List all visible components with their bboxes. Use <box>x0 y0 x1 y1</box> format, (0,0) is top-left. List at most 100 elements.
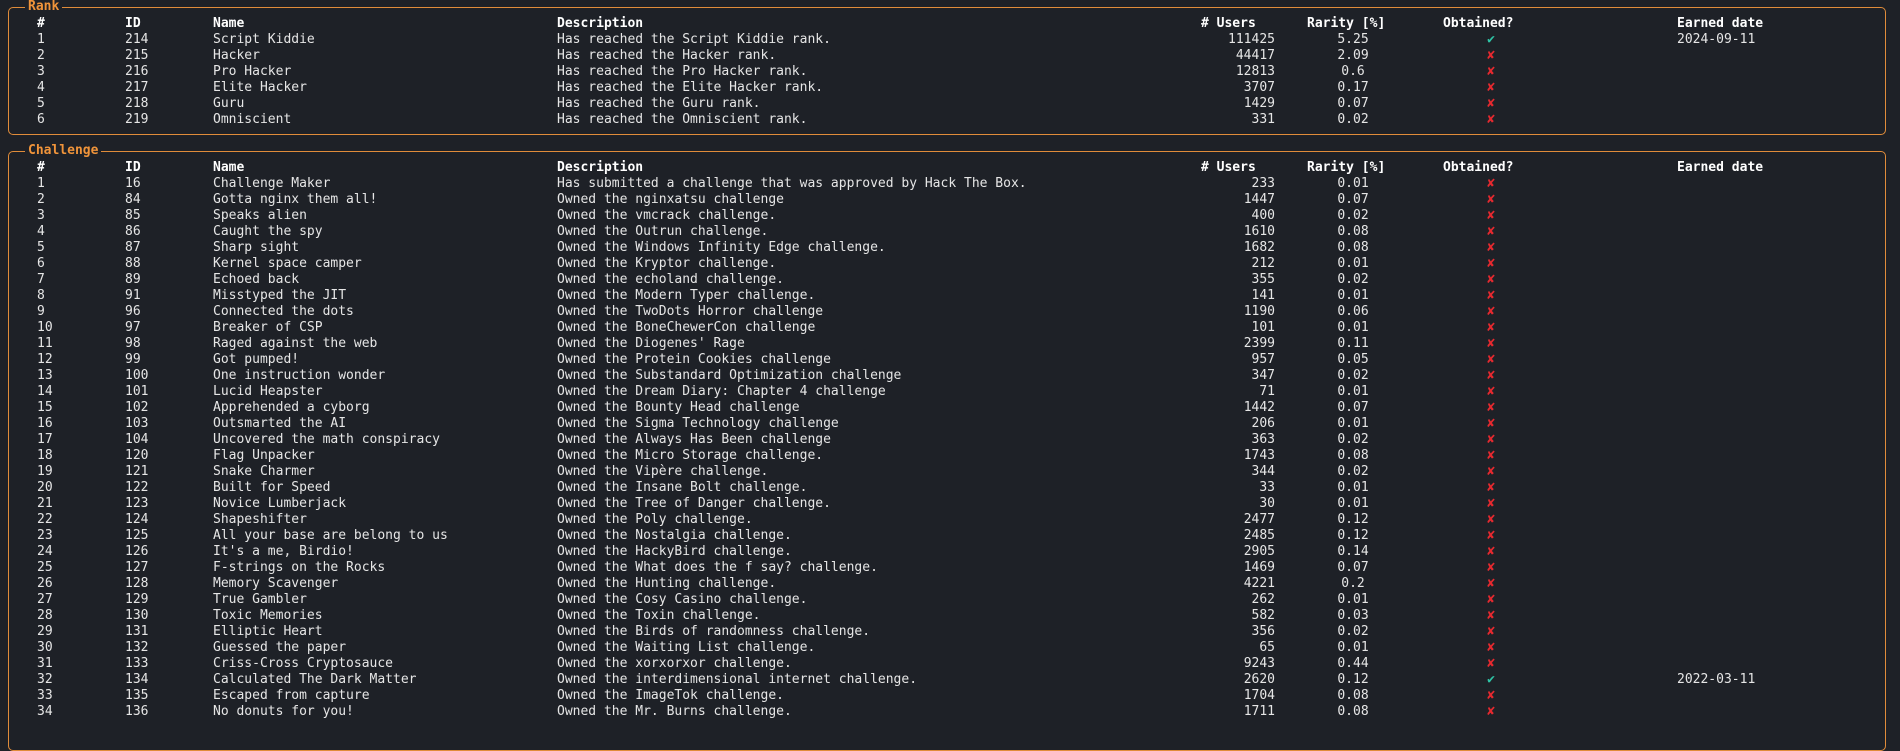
challenge-table-row: 17 104 Uncovered the math conspiracy Owned … <box>29 432 1495 448</box>
row-rarity: 0.08 <box>1337 448 1369 463</box>
challenge-table-row: 4 86 Caught the spy Owned the Outrun challe… <box>29 224 1495 240</box>
row-name: Shapeshifter <box>213 512 307 527</box>
challenge-table-row: 33 135 Escaped from capture Owned the Image… <box>29 688 1495 704</box>
row-rarity: 0.02 <box>1337 208 1369 223</box>
row-users: 582 <box>1251 608 1275 623</box>
row-rarity: 0.07 <box>1337 400 1369 415</box>
row-name: It's a me, Birdio! <box>213 544 354 559</box>
row-num: 19 <box>37 464 53 479</box>
row-id: 97 <box>125 320 141 335</box>
row-users: 262 <box>1251 592 1275 607</box>
row-rarity: 0.01 <box>1337 256 1369 271</box>
row-num: 3 <box>37 208 45 223</box>
row-description: Owned the Windows Infinity Edge challeng… <box>557 240 886 255</box>
row-name: Hacker <box>213 48 260 63</box>
check-icon: ✔ <box>1487 672 1495 687</box>
row-num: 13 <box>37 368 53 383</box>
row-users: 30 <box>1259 496 1275 511</box>
row-num: 14 <box>37 384 53 399</box>
cross-icon: ✘ <box>1487 656 1495 671</box>
row-id: 132 <box>125 640 149 655</box>
row-description: Has reached the Script Kiddie rank. <box>557 32 831 47</box>
row-name: Outsmarted the AI <box>213 416 347 431</box>
row-num: 29 <box>37 624 53 639</box>
cross-icon: ✘ <box>1487 320 1495 335</box>
row-num: 24 <box>37 544 53 559</box>
cross-icon: ✘ <box>1487 640 1495 655</box>
row-id: 98 <box>125 336 141 351</box>
row-rarity: 0.03 <box>1337 608 1369 623</box>
row-rarity: 0.01 <box>1337 480 1369 495</box>
challenge-table-row: 29 131 Elliptic Heart Owned the Birds of ra… <box>29 624 1495 640</box>
challenge-table-row: 31 133 Criss-Cross Cryptosauce Owned the xo… <box>29 656 1495 672</box>
row-name: Guessed the paper <box>213 640 347 655</box>
row-rarity: 0.08 <box>1337 704 1369 719</box>
row-rarity: 0.6 <box>1341 64 1365 79</box>
cross-icon: ✘ <box>1487 368 1495 383</box>
row-description: Has reached the Guru rank. <box>557 96 761 111</box>
row-description: Has reached the Hacker rank. <box>557 48 777 63</box>
row-name: One instruction wonder <box>213 368 386 383</box>
row-name: Script Kiddie <box>213 32 315 47</box>
row-users: 33 <box>1259 480 1275 495</box>
row-name: Memory Scavenger <box>213 576 339 591</box>
cross-icon: ✘ <box>1487 512 1495 527</box>
row-users: 1704 <box>1243 688 1275 703</box>
row-name: Breaker of CSP <box>213 320 323 335</box>
row-users: 1429 <box>1243 96 1275 111</box>
row-name: Challenge Maker <box>213 176 331 191</box>
row-users: 1442 <box>1243 400 1275 415</box>
row-users: 355 <box>1251 272 1275 287</box>
row-description: Owned the Insane Bolt challenge. <box>557 480 808 495</box>
row-users: 2905 <box>1243 544 1275 559</box>
challenge-table-row: 1 16 Challenge Maker Has submitted a challe… <box>29 176 1495 192</box>
cross-icon: ✘ <box>1487 64 1495 79</box>
cross-icon: ✘ <box>1487 272 1495 287</box>
row-users: 1610 <box>1243 224 1275 239</box>
row-num: 11 <box>37 336 53 351</box>
challenge-table-row: 34 136 No donuts for you! Owned the Mr. Bur… <box>29 704 1495 720</box>
row-num: 22 <box>37 512 53 527</box>
row-num: 3 <box>37 64 45 79</box>
row-id: 127 <box>125 560 149 575</box>
row-id: 217 <box>125 80 149 95</box>
challenge-table-row: 20 122 Built for Speed Owned the Insane Bol… <box>29 480 1495 496</box>
cross-icon: ✘ <box>1487 112 1495 127</box>
row-description: Owned the Micro Storage challenge. <box>557 448 824 463</box>
row-description: Owned the interdimensional internet chal… <box>557 672 918 687</box>
row-id: 100 <box>125 368 149 383</box>
cross-icon: ✘ <box>1487 560 1495 575</box>
header-earned-date: Earned date <box>1677 160 1764 175</box>
row-id: 101 <box>125 384 149 399</box>
row-rarity: 0.07 <box>1337 560 1369 575</box>
row-rarity: 0.07 <box>1337 96 1369 111</box>
row-rarity: 0.01 <box>1337 384 1369 399</box>
row-rarity: 0.01 <box>1337 592 1369 607</box>
row-name: Pro Hacker <box>213 64 292 79</box>
row-description: Owned the Hunting challenge. <box>557 576 777 591</box>
row-description: Owned the Cosy Casino challenge. <box>557 592 808 607</box>
row-description: Owned the Birds of randomness challenge. <box>557 624 871 639</box>
row-num: 23 <box>37 528 53 543</box>
row-name: Omniscient <box>213 112 292 127</box>
row-id: 124 <box>125 512 149 527</box>
row-rarity: 0.14 <box>1337 544 1369 559</box>
row-description: Owned the ImageTok challenge. <box>557 688 784 703</box>
row-id: 120 <box>125 448 149 463</box>
row-id: 122 <box>125 480 149 495</box>
check-icon: ✔ <box>1487 32 1495 47</box>
row-rarity: 0.07 <box>1337 192 1369 207</box>
row-name: Calculated The Dark Matter <box>213 672 417 687</box>
row-num: 15 <box>37 400 53 415</box>
row-num: 4 <box>37 224 45 239</box>
challenge-table-row: 19 121 Snake Charmer Owned the Vipère chall… <box>29 464 1495 480</box>
cross-icon: ✘ <box>1487 704 1495 719</box>
challenge-table-row: 14 101 Lucid Heapster Owned the Dream Diary… <box>29 384 1495 400</box>
row-rarity: 0.02 <box>1337 624 1369 639</box>
row-num: 2 <box>37 192 45 207</box>
row-users: 111425 <box>1228 32 1275 47</box>
row-name: Speaks alien <box>213 208 307 223</box>
rank-table-row: 2 215 Hacker Has reached the Hacker rank. 44… <box>29 48 1495 64</box>
row-earned-date: 2024-09-11 <box>1677 32 1756 47</box>
challenge-table-row: 30 132 Guessed the paper Owned the Waiting … <box>29 640 1495 656</box>
